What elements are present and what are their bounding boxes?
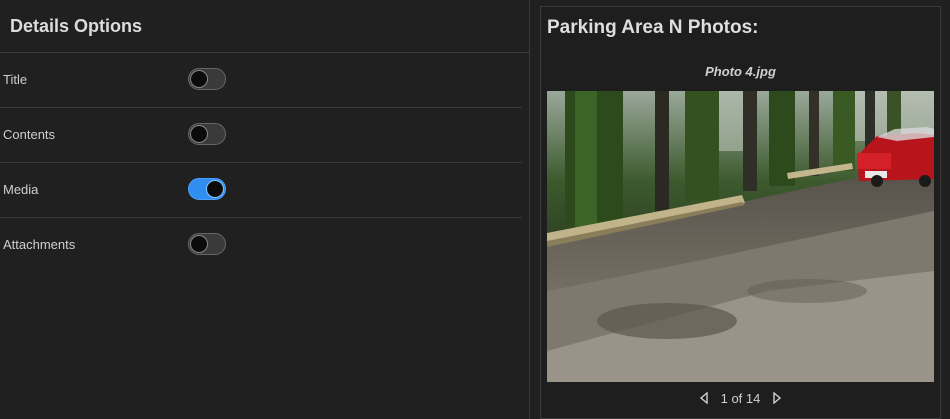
toggle-knob [206, 180, 224, 198]
media-toggle[interactable] [188, 178, 226, 200]
option-label: Media [3, 182, 39, 197]
pager-count: 1 of 14 [720, 390, 761, 406]
panel-divider [529, 0, 530, 419]
option-label: Attachments [3, 237, 76, 252]
toggle-knob [190, 70, 208, 88]
toggle-knob [190, 125, 208, 143]
popup-title: Parking Area N Photos: [547, 17, 759, 38]
option-row-attachments: Attachments [0, 218, 522, 272]
attachments-toggle[interactable] [188, 233, 226, 255]
photo-caption: Photo 4.jpg [705, 64, 776, 79]
popup-preview: Parking Area N Photos: Photo 4.jpg 1 of … [540, 6, 941, 419]
chevron-right-icon[interactable] [770, 391, 784, 405]
contents-toggle[interactable] [188, 123, 226, 145]
option-row-title: Title [0, 53, 522, 108]
chevron-left-icon[interactable] [697, 391, 711, 405]
panel-title: Details Options [0, 0, 529, 53]
option-row-contents: Contents [0, 108, 522, 163]
photo-pager: 1 of 14 [541, 388, 940, 408]
option-label: Contents [3, 127, 56, 142]
option-label: Title [3, 72, 28, 87]
details-options-panel: Details Options Title Contents Media Att… [0, 0, 529, 419]
option-row-media: Media [0, 163, 522, 218]
toggle-knob [190, 235, 208, 253]
photo-image[interactable] [547, 91, 934, 382]
title-toggle[interactable] [188, 68, 226, 90]
